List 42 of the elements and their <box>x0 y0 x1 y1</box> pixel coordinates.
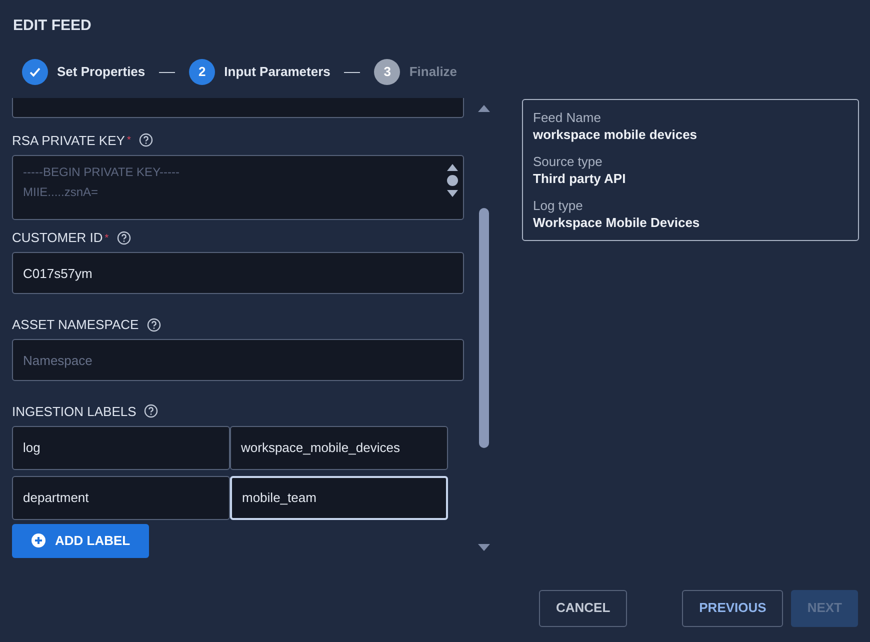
scroll-up-icon[interactable] <box>447 164 458 171</box>
summary-value: Workspace Mobile Devices <box>533 214 701 231</box>
help-icon[interactable] <box>144 404 158 418</box>
scroll-thumb[interactable] <box>479 208 489 448</box>
summary-value: Third party API <box>533 170 627 187</box>
scroll-down-icon[interactable] <box>478 544 490 552</box>
field-label: CUSTOMER ID <box>12 229 103 248</box>
step-label[interactable]: Finalize <box>409 62 458 82</box>
required-mark: * <box>104 232 109 246</box>
dialog-button[interactable]: PREVIOUS <box>682 590 784 626</box>
field-label: INGESTION LABELS <box>12 402 136 421</box>
input-field[interactable]: workspace_mobile_devices <box>230 426 448 470</box>
scrollbar[interactable] <box>447 164 458 197</box>
plus-circle-icon <box>31 533 46 548</box>
input-field[interactable] <box>12 98 464 118</box>
summary-label: Feed Name <box>533 109 602 126</box>
dialog-button[interactable]: CANCEL <box>538 590 628 626</box>
summary-label: Log type <box>533 197 584 214</box>
field-label: ASSET NAMESPACE <box>12 316 139 334</box>
step-label[interactable]: Set Properties <box>57 62 146 82</box>
input-field[interactable]: department <box>12 476 230 520</box>
input-field[interactable]: C017s57ym <box>12 252 464 294</box>
step-label[interactable]: Input Parameters <box>224 62 330 82</box>
step-number: 2 <box>189 59 216 85</box>
required-mark: * <box>126 134 131 148</box>
help-icon[interactable] <box>138 133 153 148</box>
help-icon[interactable] <box>146 318 161 332</box>
help-icon[interactable] <box>116 230 131 245</box>
dialog-title: EDIT FEED <box>13 17 92 34</box>
add-label-button[interactable]: ADD LABEL <box>12 524 149 558</box>
scroll-down-icon[interactable] <box>447 190 458 197</box>
scroll-thumb[interactable] <box>447 174 458 186</box>
input-field[interactable]: mobile_team <box>230 476 448 520</box>
scroll-up-icon[interactable] <box>478 104 490 112</box>
input-field[interactable]: log <box>12 426 230 470</box>
placeholder-text: -----BEGIN PRIVATE KEY----- <box>23 164 180 180</box>
placeholder-text: MIIE.....zsnA= <box>23 184 98 200</box>
summary-label: Source type <box>533 153 604 170</box>
field-label: RSA PRIVATE KEY <box>12 132 125 150</box>
step-number: 3 <box>374 59 400 85</box>
summary-value: workspace mobile devices <box>533 126 698 143</box>
input-field[interactable]: Namespace <box>12 339 464 381</box>
